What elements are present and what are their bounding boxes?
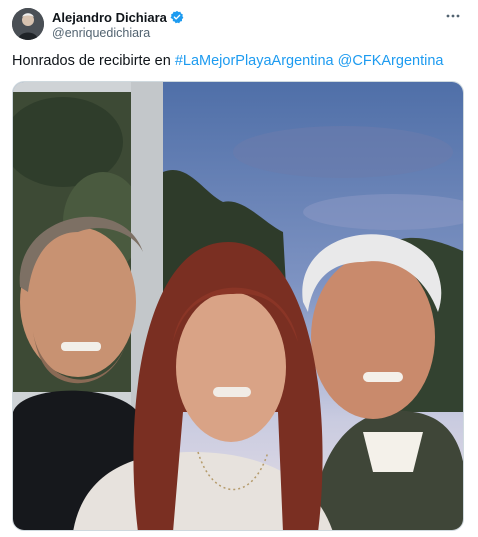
tweet-text: Honrados de recibirte en #LaMejorPlayaAr… [12, 52, 466, 70]
avatar[interactable] [12, 8, 44, 40]
hashtag-link[interactable]: #LaMejorPlayaArgentina [175, 53, 334, 69]
avatar-image [12, 8, 44, 40]
author-block: Alejandro Dichiara @enriquedichiara [52, 9, 184, 40]
author-handle[interactable]: @enriquedichiara [52, 26, 184, 40]
verified-badge-icon [170, 10, 184, 24]
author-display-name[interactable]: Alejandro Dichiara [52, 10, 167, 25]
tweet-photo[interactable] [12, 81, 464, 531]
tweet-text-prefix: Honrados de recibirte en [12, 53, 175, 69]
mention-link[interactable]: @CFKArgentina [338, 53, 444, 69]
more-dots-icon[interactable] [442, 8, 464, 24]
photo-selfie-three-people [13, 82, 463, 530]
tweet-card: Alejandro Dichiara @enriquedichiara Honr… [0, 0, 478, 537]
tweet-header: Alejandro Dichiara @enriquedichiara [12, 8, 466, 44]
